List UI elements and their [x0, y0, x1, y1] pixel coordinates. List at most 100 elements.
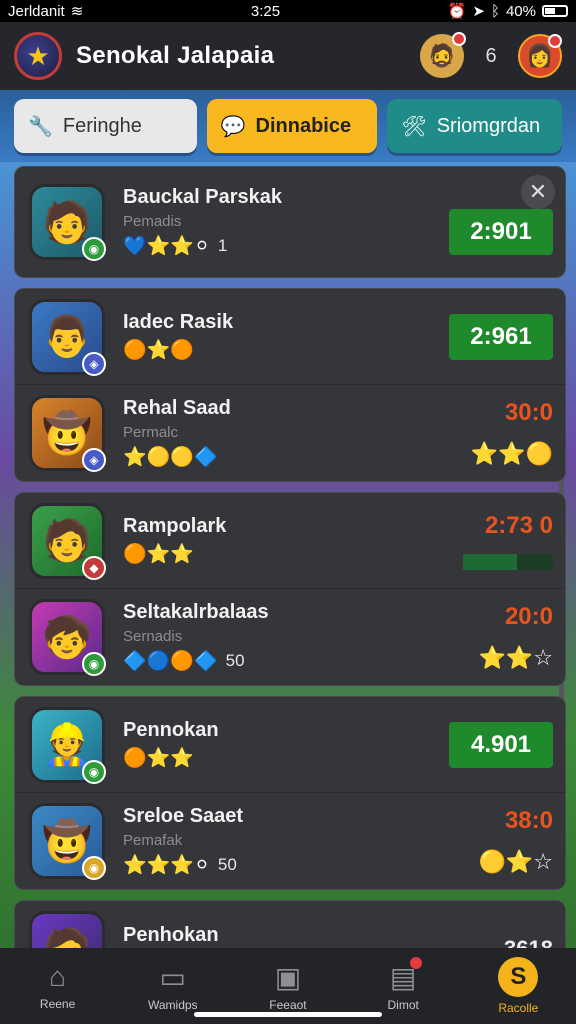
- score-value: 3618: [504, 936, 553, 948]
- player-name: Bauckal Parskak: [123, 186, 283, 208]
- home-indicator[interactable]: [194, 1012, 382, 1017]
- player-subtitle: Permalc: [123, 424, 179, 441]
- page-title: Senokal Jalapaia: [76, 42, 275, 69]
- tab-label: Feringhe: [62, 114, 142, 137]
- tab-label: Dinnabice: [255, 114, 352, 137]
- achievement-icons: ⭐⭐⭐⚪ 50: [123, 855, 237, 876]
- list-item[interactable]: 🧒 ◉ Seltakalrbalaas Sernadis 🔷🔵🟠🔷 50 20:0 …: [15, 589, 565, 685]
- notification-dot: [452, 32, 466, 46]
- player-subtitle: Pemadis: [123, 213, 182, 230]
- player-card: 🧑 ◉ Bauckal Parskak Pemadis 💙⭐⭐⚪ 1 2:901 ✕: [14, 166, 566, 278]
- list-item[interactable]: 🤠 ◉ Sreloe Saaet Pemafak ⭐⭐⭐⚪ 50 38:0 🟡⭐☆: [15, 793, 565, 889]
- tab-dinnabice[interactable]: 💬 Dinnabice: [206, 99, 378, 153]
- friend-count: 6: [485, 44, 497, 67]
- score-button[interactable]: 4.901: [449, 721, 553, 768]
- status-bar: Jerldanit ≋ 3:25 ⏰ ➤ ᛒ 40%: [0, 0, 576, 22]
- notification-dot: [548, 34, 562, 48]
- list-item[interactable]: 👨 ◈ Iadec Rasik 🟠⭐🟠 2:961: [15, 289, 565, 385]
- player-subtitle: Sernadis: [123, 628, 183, 645]
- progress-bar: [463, 553, 553, 570]
- achievement-icons: 🟠⭐⭐: [123, 748, 194, 769]
- player-name: Rampolark: [123, 515, 227, 537]
- profile-avatar[interactable]: 👩: [518, 34, 562, 78]
- home-icon: ⌂: [49, 961, 67, 992]
- notification-dot: [410, 956, 423, 969]
- player-avatar: 🧒 ◉: [29, 599, 106, 676]
- close-icon[interactable]: ✕: [521, 175, 555, 209]
- carrier-label: Jerldanit: [8, 2, 65, 20]
- score-value: 2:73 0: [484, 511, 553, 539]
- player-avatar: 🧑: [29, 911, 105, 948]
- nav-racolle[interactable]: S Racolle: [468, 957, 568, 1015]
- briefcase-icon: ▭: [159, 961, 187, 993]
- alarm-icon: ⏰: [447, 3, 467, 20]
- app-header: ★ Senokal Jalapaia 🧔 6 👩: [0, 22, 576, 90]
- rank-badge-icon: ◉: [82, 856, 106, 880]
- list-item[interactable]: 🧑 ◆ Rampolark 🟠⭐⭐ 2:73 0: [15, 493, 565, 589]
- friend-avatar[interactable]: 🧔: [420, 32, 466, 78]
- list-item[interactable]: 👷 ◉ Pennokan 🟠⭐⭐ 4.901: [15, 697, 565, 793]
- rank-badge-icon: ◉: [82, 759, 106, 784]
- rank-badge-icon: ◈: [82, 448, 106, 472]
- chat-icon: 💬: [220, 115, 246, 138]
- inbox-icon: ▤: [390, 956, 423, 994]
- nav-label: Reene: [39, 997, 76, 1011]
- player-card: 🧑 ◆ Rampolark 🟠⭐⭐ 2:73 0 🧒 ◉ Seltakalrbala…: [14, 492, 566, 686]
- player-subtitle: Pemafak: [123, 832, 183, 849]
- tools-icon: 🛠: [401, 115, 427, 138]
- nav-home[interactable]: ⌂ Reene: [8, 961, 108, 1011]
- score-button[interactable]: 2:901: [449, 209, 553, 255]
- nav-label: Racolle: [498, 1001, 539, 1015]
- list-item[interactable]: 🧑 ◉ Bauckal Parskak Pemadis 💙⭐⭐⚪ 1 2:901 ✕: [15, 167, 565, 277]
- achievement-icons: 🟠⭐⭐: [123, 544, 194, 565]
- bluetooth-icon: ᛒ: [490, 2, 500, 20]
- wrench-icon: 🔧: [28, 115, 53, 138]
- rank-badge-icon: ◉: [82, 237, 106, 261]
- score-value: 30:0: [504, 399, 553, 426]
- wifi-icon: ≋: [70, 3, 84, 20]
- player-card: 🧑 Penhokan 🟠🟠 3618: [14, 900, 566, 948]
- nav-feeaot[interactable]: ▣ Feeaot: [238, 961, 338, 1012]
- nav-label: Wamidps: [147, 997, 198, 1012]
- player-avatar: 🤠 ◈: [29, 395, 106, 472]
- achievement-icons: 💙⭐⭐⚪ 1: [123, 236, 228, 257]
- player-name: Sreloe Saaet: [123, 805, 244, 827]
- tab-label: Sriomgrdan: [436, 114, 541, 137]
- player-name: Seltakalrbalaas: [123, 601, 269, 623]
- star-rating: ⭐⭐🟡: [470, 441, 553, 466]
- player-name: Iadec Rasik: [123, 311, 234, 333]
- swirl-icon: S: [498, 957, 539, 997]
- player-avatar: 🧑 ◆: [29, 502, 106, 580]
- rank-badge-icon: ◆: [82, 555, 106, 580]
- player-name: Pennokan: [123, 719, 219, 741]
- tab-sriomgrdan[interactable]: 🛠 Sriomgrdan: [387, 99, 562, 153]
- player-avatar: 🧑 ◉: [29, 184, 106, 261]
- star-rating: 🟡⭐☆: [478, 849, 553, 874]
- nav-wamidps[interactable]: ▭ Wamidps: [123, 961, 223, 1012]
- star-rating: ⭐⭐☆: [478, 645, 553, 670]
- shop-icon: ▣: [274, 961, 302, 993]
- battery-percent: 40%: [505, 2, 536, 20]
- player-name: Penhokan: [123, 923, 219, 946]
- player-list: 🧑 ◉ Bauckal Parskak Pemadis 💙⭐⭐⚪ 1 2:901 ✕…: [14, 166, 566, 948]
- nav-label: Dimot: [387, 997, 419, 1012]
- achievement-icons: 🟠⭐🟠: [123, 340, 194, 361]
- nav-dimot[interactable]: ▤ Dimot: [353, 956, 453, 1012]
- score-value: 38:0: [504, 807, 553, 834]
- app-logo-icon[interactable]: ★: [14, 32, 62, 80]
- player-avatar: 👨 ◈: [29, 298, 106, 376]
- battery-icon: [541, 5, 568, 17]
- score-button[interactable]: 2:961: [449, 313, 553, 360]
- score-value: 20:0: [504, 603, 553, 630]
- tab-feringhe[interactable]: 🔧 Feringhe: [14, 99, 197, 153]
- list-item[interactable]: 🧑 Penhokan 🟠🟠 3618: [15, 901, 565, 948]
- rank-badge-icon: ◈: [82, 351, 106, 376]
- player-avatar: 👷 ◉: [29, 706, 106, 784]
- list-item[interactable]: 🤠 ◈ Rehal Saad Permalc ⭐🟡🟡🔷 30:0 ⭐⭐🟡: [15, 385, 565, 481]
- player-name: Rehal Saad: [123, 397, 231, 419]
- rank-badge-icon: ◉: [82, 652, 106, 676]
- player-card: 👨 ◈ Iadec Rasik 🟠⭐🟠 2:961 🤠 ◈ Rehal Saad P…: [14, 288, 566, 482]
- player-avatar: 🤠 ◉: [29, 803, 106, 880]
- filter-tabs: 🔧 Feringhe 💬 Dinnabice 🛠 Sriomgrdan: [0, 90, 576, 162]
- achievement-icons: 🔷🔵🟠🔷 50: [123, 651, 245, 672]
